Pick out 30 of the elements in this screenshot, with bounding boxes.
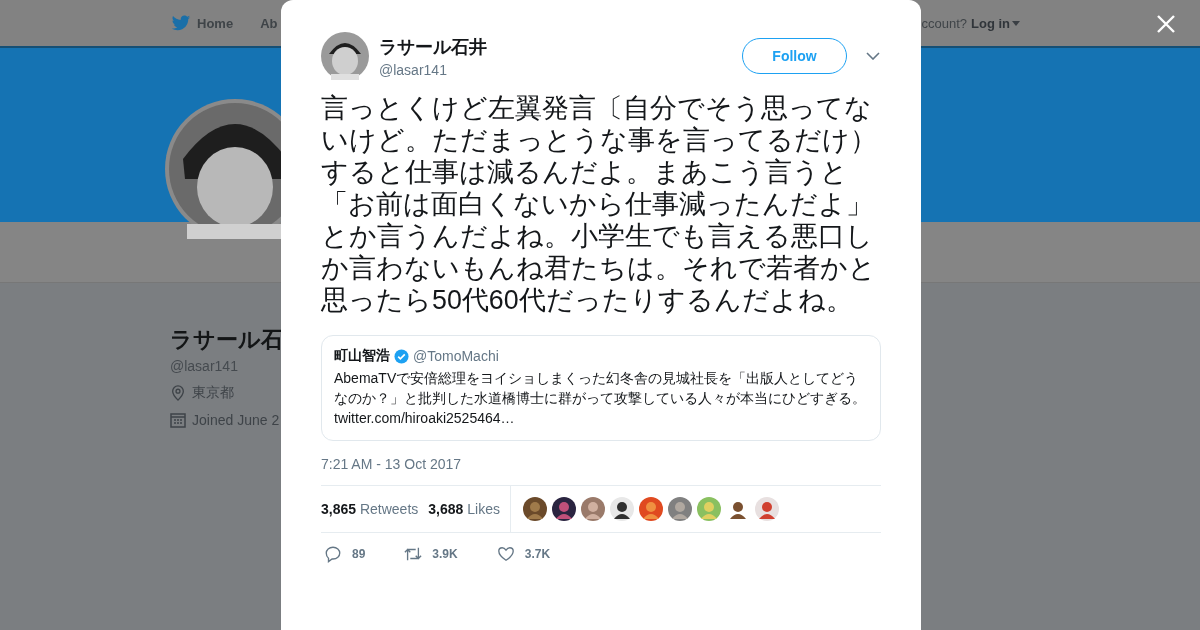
reply-button[interactable]: 89: [323, 545, 366, 563]
home-link[interactable]: Home: [171, 14, 234, 32]
chevron-down-icon[interactable]: [866, 52, 880, 60]
tweet-timestamp: 7:21 AM - 13 Oct 2017: [321, 456, 463, 472]
nav-link[interactable]: Ab: [260, 15, 278, 31]
calendar-icon: [170, 412, 186, 428]
quoted-tweet-link: twitter.com/hiroaki2525464…: [334, 409, 516, 428]
tweet-text: 言っとくけど左翼発言〔自分でそう思ってないけど。ただまっとうな事を言ってるだけ）すると仕事は減るんだよ。まあこう言うと「お前は面白くないから仕事減ったんだよ」とか言うんだよね。小学生でも言える悪口しか言わないもんね君たちは。それで若者かと思ったら50代60代だったりするんだよね。: [321, 92, 878, 316]
retweet-button[interactable]: 3.9K: [403, 545, 458, 563]
quoted-author-name: 町山智浩: [334, 347, 390, 365]
login-link[interactable]: Log in: [971, 15, 1020, 31]
quoted-tweet[interactable]: 町山智浩 @TomoMachi AbemaTVで安倍総理をヨイショしまくった幻冬舎の見城社長を「出版人としてどうなのか？」と批判した水道橋博士に群がって攻撃している人々が本当にひどすぎる。 twitter.com/hiroaki2525464…: [321, 335, 881, 441]
speech-bubble-icon: [323, 545, 343, 563]
author-handle: @lasar141: [379, 61, 448, 78]
location-pin-icon: [170, 385, 186, 401]
profile-location: 東京都: [192, 384, 234, 402]
quoted-tweet-text: AbemaTVで安倍総理をヨイショしまくった幻冬舎の見城社長を「出版人としてどうなのか？」と批判した水道橋博士に群がって攻撃している人々が本当にひどすぎる。: [334, 369, 867, 408]
account-prompt: ccount?: [921, 15, 967, 31]
quoted-author-handle: @TomoMachi: [413, 348, 499, 364]
author-name: ラサール石井: [379, 35, 488, 59]
caret-icon: [1012, 20, 1020, 26]
profile-joined-date: Joined June 2: [192, 412, 280, 428]
like-button[interactable]: 3.7K: [495, 545, 551, 563]
heart-icon: [495, 545, 516, 563]
bird-icon: [171, 14, 191, 32]
stat-count[interactable]: 3,688 Likes: [428, 501, 500, 517]
follow-button[interactable]: Follow: [742, 38, 847, 74]
profile-name: ラサール石: [170, 326, 283, 354]
stat-count[interactable]: 3,865 Retweets: [321, 501, 419, 517]
retweet-icon: [403, 545, 424, 563]
